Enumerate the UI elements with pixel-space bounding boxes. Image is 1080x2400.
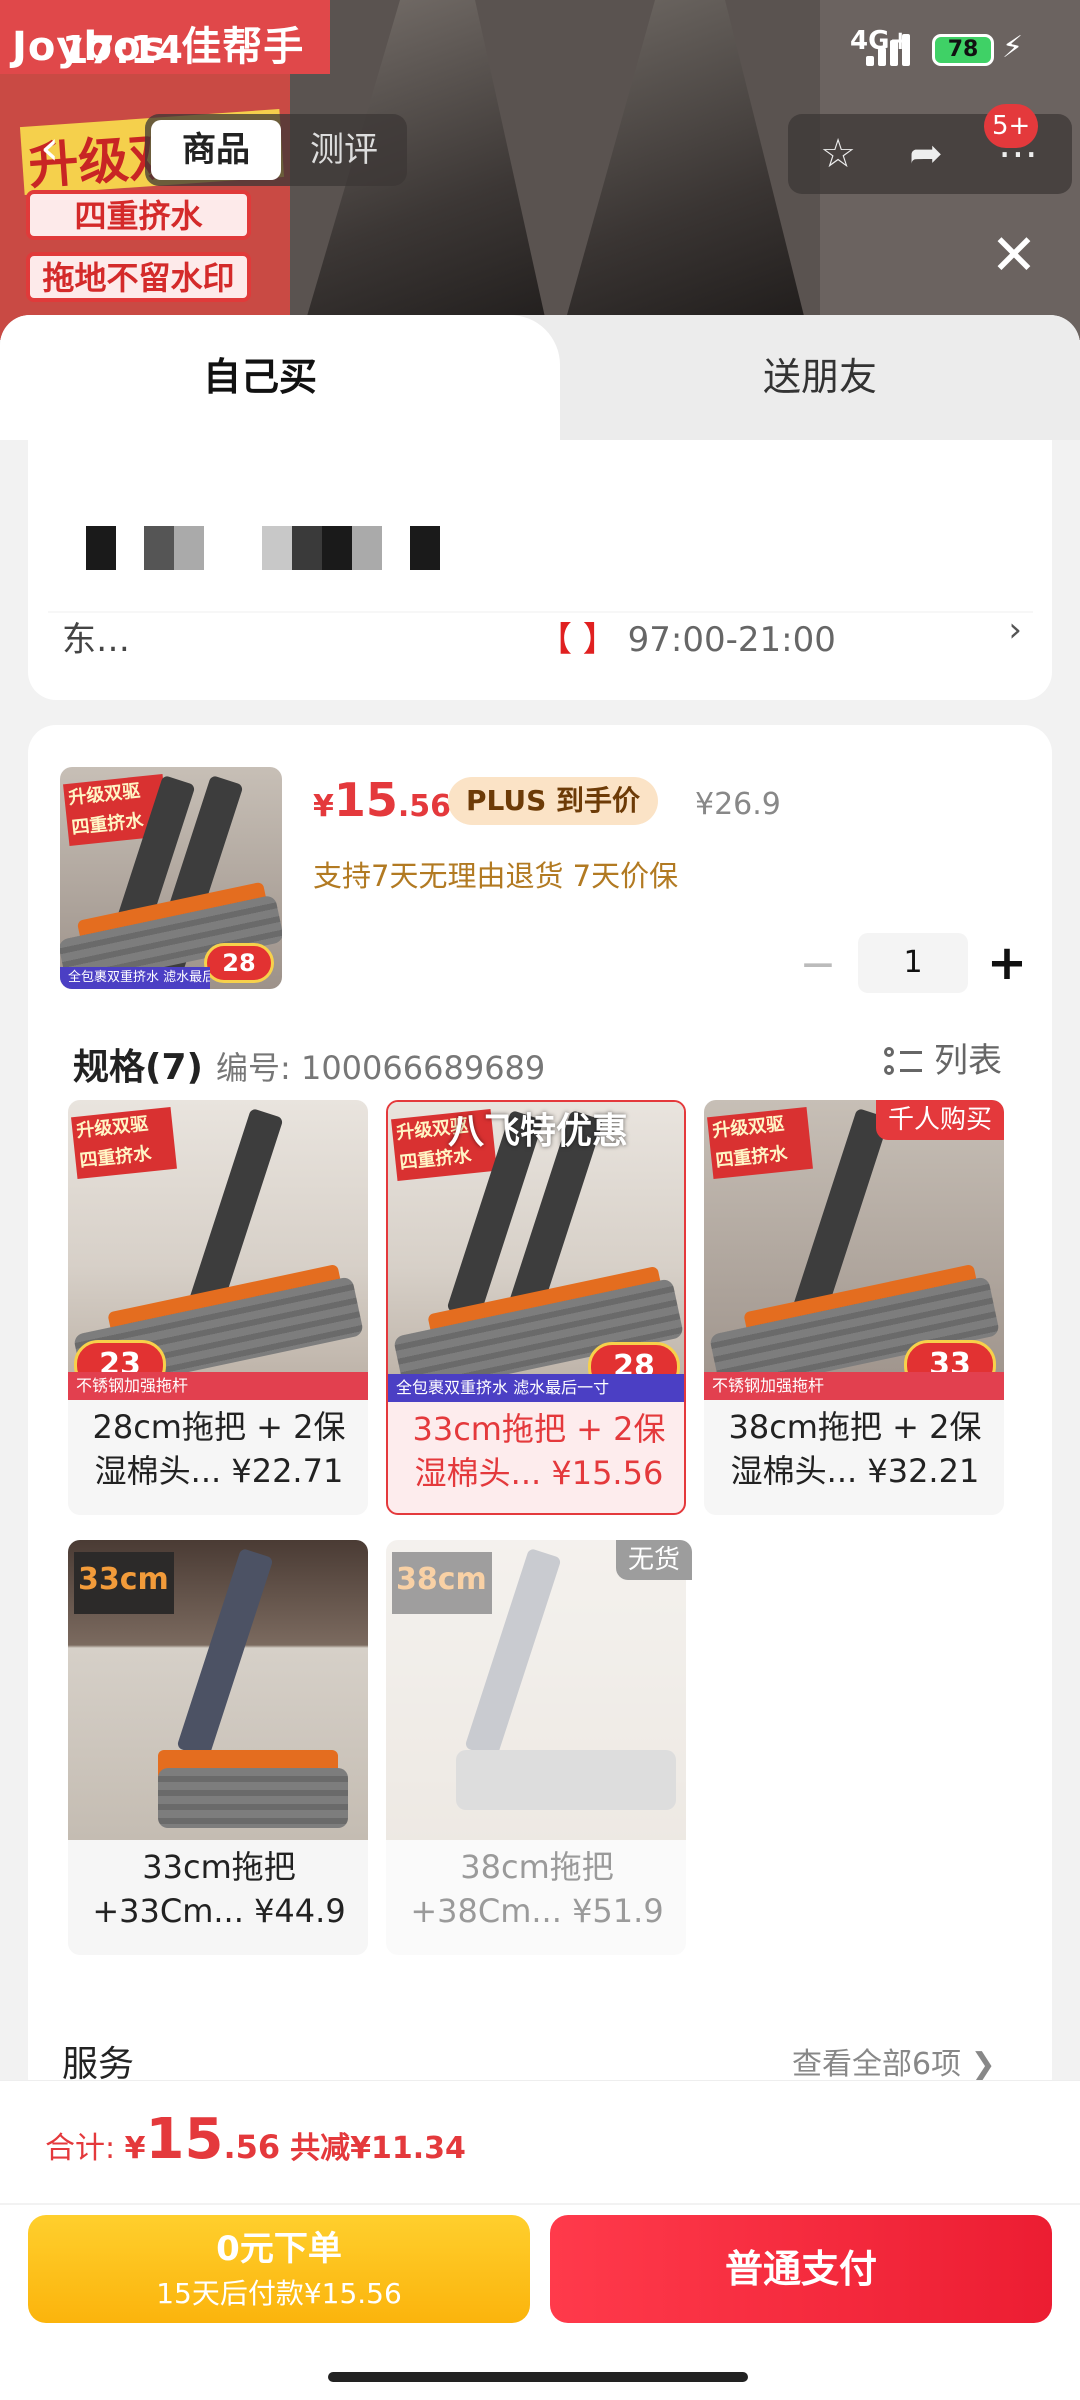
plus-icon[interactable]: + — [984, 939, 1030, 987]
spec-option[interactable]: 升级双驱 四重挤水 33 不锈钢加强拖杆 千人购买 38cm拖把 + 2保 湿棉头.… — [704, 1100, 1004, 1515]
spec-option-selected[interactable]: 升级双驱 四重挤水 28 全包裹双重挤水 滤水最后一寸 八飞特优惠 33cm拖把 … — [386, 1100, 686, 1515]
product-card: 升级双驱四重挤水 28 全包裹双重挤水 滤水最后一寸 ¥15.56 PLUS 到… — [28, 725, 1052, 2105]
thumb-strip: 全包裹双重挤水 滤水最后一寸 — [60, 967, 210, 989]
spec-image: 升级双驱 四重挤水 33 不锈钢加强拖杆 — [704, 1100, 1004, 1400]
delivery-prefix: 【 】 — [538, 620, 617, 660]
total-amount: 合计: ¥15.56 共减¥11.34 — [45, 2107, 466, 2172]
spec-image: 38cm — [386, 1540, 686, 1840]
original-price: ¥26.9 — [695, 787, 781, 822]
address-card[interactable]: 东… 【 】 97:00-21:00 › — [28, 440, 1052, 700]
discount-total: 共减¥11.34 — [290, 2131, 466, 2166]
pay-now-button[interactable]: 普通支付 — [550, 2215, 1052, 2323]
signal-icon — [866, 34, 912, 66]
spec-option[interactable]: 33cm 33cm拖把 +33Cm... ¥44.9 — [68, 1540, 368, 1955]
close-icon[interactable]: ✕ — [988, 228, 1040, 284]
hot-sale-badge: 千人购买 — [875, 1100, 1004, 1140]
minus-icon[interactable]: − — [798, 943, 838, 987]
spec-label: 28cm拖把 + 2保 湿棉头... ¥22.71 — [92, 1408, 346, 1490]
product-number: 编号: 100066689689 — [216, 1049, 546, 1087]
quantity-stepper[interactable]: 1 — [858, 933, 968, 993]
tab-buy-for-self[interactable]: 自己买 — [0, 315, 560, 440]
spec-label: 38cm拖把 +38Cm... ¥51.9 — [410, 1848, 664, 1930]
spec-strip: 不锈钢加强拖杆 — [704, 1372, 1004, 1400]
spec-label: 33cm拖把 +33Cm... ¥44.9 — [92, 1848, 346, 1930]
purchase-mode-tabs: 自己买 送朋友 — [0, 315, 1080, 440]
promo-tag: 四重挤水 — [26, 190, 251, 240]
battery-icon: 78 — [932, 34, 994, 66]
charging-icon: ⚡ — [1002, 30, 1024, 65]
list-icon — [884, 1045, 922, 1081]
thumb-price-tag: 28 — [204, 943, 274, 983]
tab-gift-to-friend[interactable]: 送朋友 — [560, 315, 1080, 440]
nav-tabs: 商品 测评 — [145, 114, 407, 186]
notification-badge: 5+ — [984, 104, 1039, 148]
tab-review[interactable]: 测评 — [285, 120, 403, 180]
see-all-services[interactable]: 查看全部6项 ❯ — [792, 2039, 996, 2083]
product-thumbnail[interactable]: 升级双驱四重挤水 28 全包裹双重挤水 滤水最后一寸 — [60, 767, 282, 989]
promo-tag: 拖地不留水印 — [26, 252, 251, 302]
redacted-address — [48, 466, 1033, 611]
status-bar: 17:14 4G+ 78 ⚡ — [0, 0, 1080, 100]
tab-product[interactable]: 商品 — [151, 120, 281, 180]
current-price: ¥15.56 — [313, 773, 452, 827]
spec-option-out-of-stock[interactable]: 38cm 38cm拖把 +38Cm... ¥51.9 — [386, 1540, 686, 1955]
size-badge: 33cm — [74, 1552, 174, 1614]
back-icon[interactable]: ‹ — [40, 108, 98, 188]
star-icon[interactable]: ☆ — [796, 114, 880, 194]
spec-label: 38cm拖把 + 2保 湿棉头... ¥32.21 — [728, 1408, 982, 1490]
top-navbar: ‹ 商品 测评 ☆ ➦ ⋯ — [40, 108, 1080, 194]
plus-price-badge: PLUS 到手价 — [448, 777, 659, 825]
size-badge: 38cm — [392, 1552, 492, 1614]
delivery-time: 【 】 97:00-21:00 — [538, 612, 836, 661]
out-of-stock-badge: 无货 — [616, 1540, 693, 1580]
spec-title: 规格(7) — [73, 1047, 203, 1088]
home-indicator — [328, 2372, 748, 2382]
share-icon[interactable]: ➦ — [884, 114, 968, 194]
checkout-footer: 合计: ¥15.56 共减¥11.34 0元下单 15天后付款¥15.56 普通支… — [0, 2080, 1080, 2400]
list-view-toggle[interactable]: 列表 — [884, 1033, 1002, 1083]
spec-image: 升级双驱 四重挤水 23 不锈钢加强拖杆 — [68, 1100, 368, 1400]
spec-label: 33cm拖把 + 2保 湿棉头... ¥15.56 — [412, 1410, 666, 1492]
pay-later-button[interactable]: 0元下单 15天后付款¥15.56 — [28, 2215, 530, 2323]
spec-strip: 全包裹双重挤水 滤水最后一寸 — [388, 1374, 684, 1402]
spec-image: 33cm — [68, 1540, 368, 1840]
spec-strip: 不锈钢加强拖杆 — [68, 1372, 368, 1400]
address-line: 东… — [62, 620, 130, 660]
spec-option[interactable]: 升级双驱 四重挤水 23 不锈钢加强拖杆 28cm拖把 + 2保 湿棉头... ¥2… — [68, 1100, 368, 1515]
service-promise: 支持7天无理由退货 7天价保 — [313, 859, 679, 893]
delivery-window: 97:00-21:00 — [627, 620, 836, 660]
clock: 17:14 — [62, 28, 183, 72]
chevron-right-icon[interactable]: › — [1008, 610, 1022, 650]
spec-image: 升级双驱 四重挤水 28 全包裹双重挤水 滤水最后一寸 八飞特优惠 — [388, 1102, 684, 1402]
divider — [0, 2203, 1080, 2205]
promo-overlay: 八飞特优惠 — [447, 1111, 628, 1152]
